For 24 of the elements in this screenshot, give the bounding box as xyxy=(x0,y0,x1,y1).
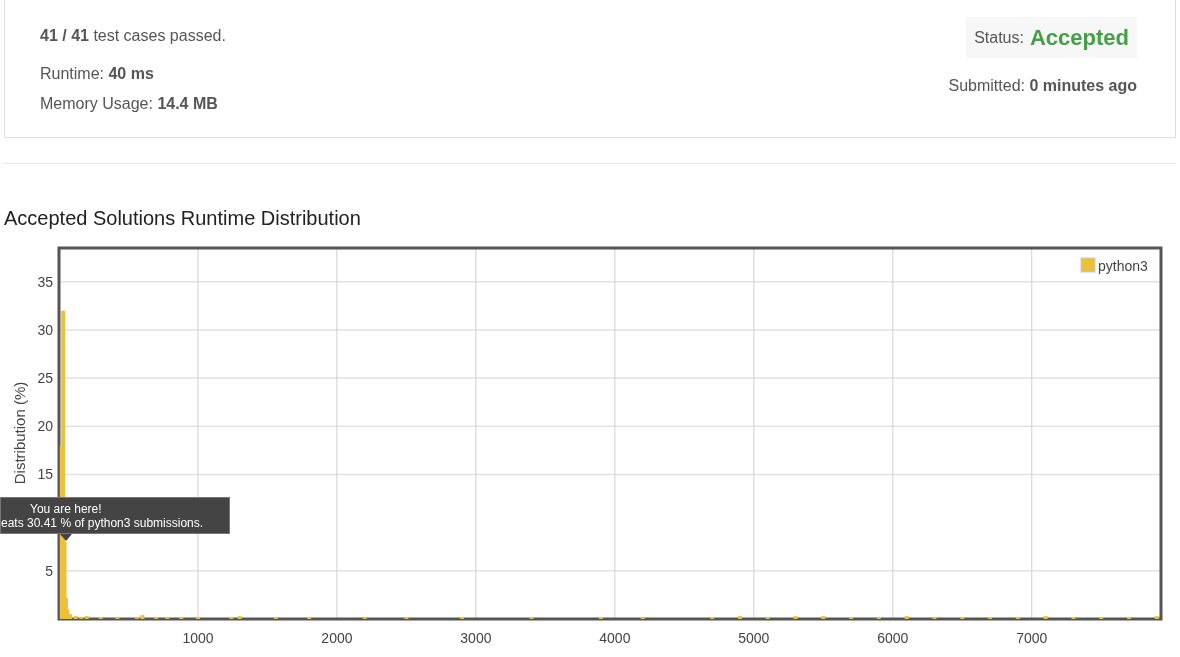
x-tick-label: 5000 xyxy=(738,630,770,646)
y-tick-label: 30 xyxy=(37,321,53,338)
submitted-text: Submitted: 0 minutes ago xyxy=(948,76,1137,96)
x-tick-label: 7000 xyxy=(1016,630,1048,646)
memory-text: Memory Usage: 14.4 MB xyxy=(40,94,219,114)
tests-passed: 41 / 41 test cases passed. xyxy=(40,26,226,46)
x-tick-label: 2000 xyxy=(321,630,353,646)
x-tick-label: 1000 xyxy=(182,630,214,646)
status-label: Status: xyxy=(974,27,1024,48)
y-tick-label: 35 xyxy=(37,273,53,290)
y-tick-label: 25 xyxy=(37,370,53,387)
tooltip-title: You are here! xyxy=(30,502,102,516)
y-tick-label: 15 xyxy=(37,466,53,483)
y-tick-label: 5 xyxy=(45,562,53,579)
section-title: Accepted Solutions Runtime Distribution xyxy=(4,206,361,231)
tooltip-text: eats 30.41 % of python3 submissions. xyxy=(1,516,204,530)
x-tick-label: 4000 xyxy=(599,630,631,646)
y-axis-label: Distribution (%) xyxy=(11,381,28,485)
runtime-text: Runtime: 40 ms xyxy=(40,64,155,84)
y-tick-label: 20 xyxy=(37,418,53,435)
x-tick-label: 6000 xyxy=(877,630,909,646)
legend-label: python3 xyxy=(1098,258,1148,274)
status-value: Accepted xyxy=(1029,24,1129,52)
x-tick-label: 3000 xyxy=(460,630,492,646)
